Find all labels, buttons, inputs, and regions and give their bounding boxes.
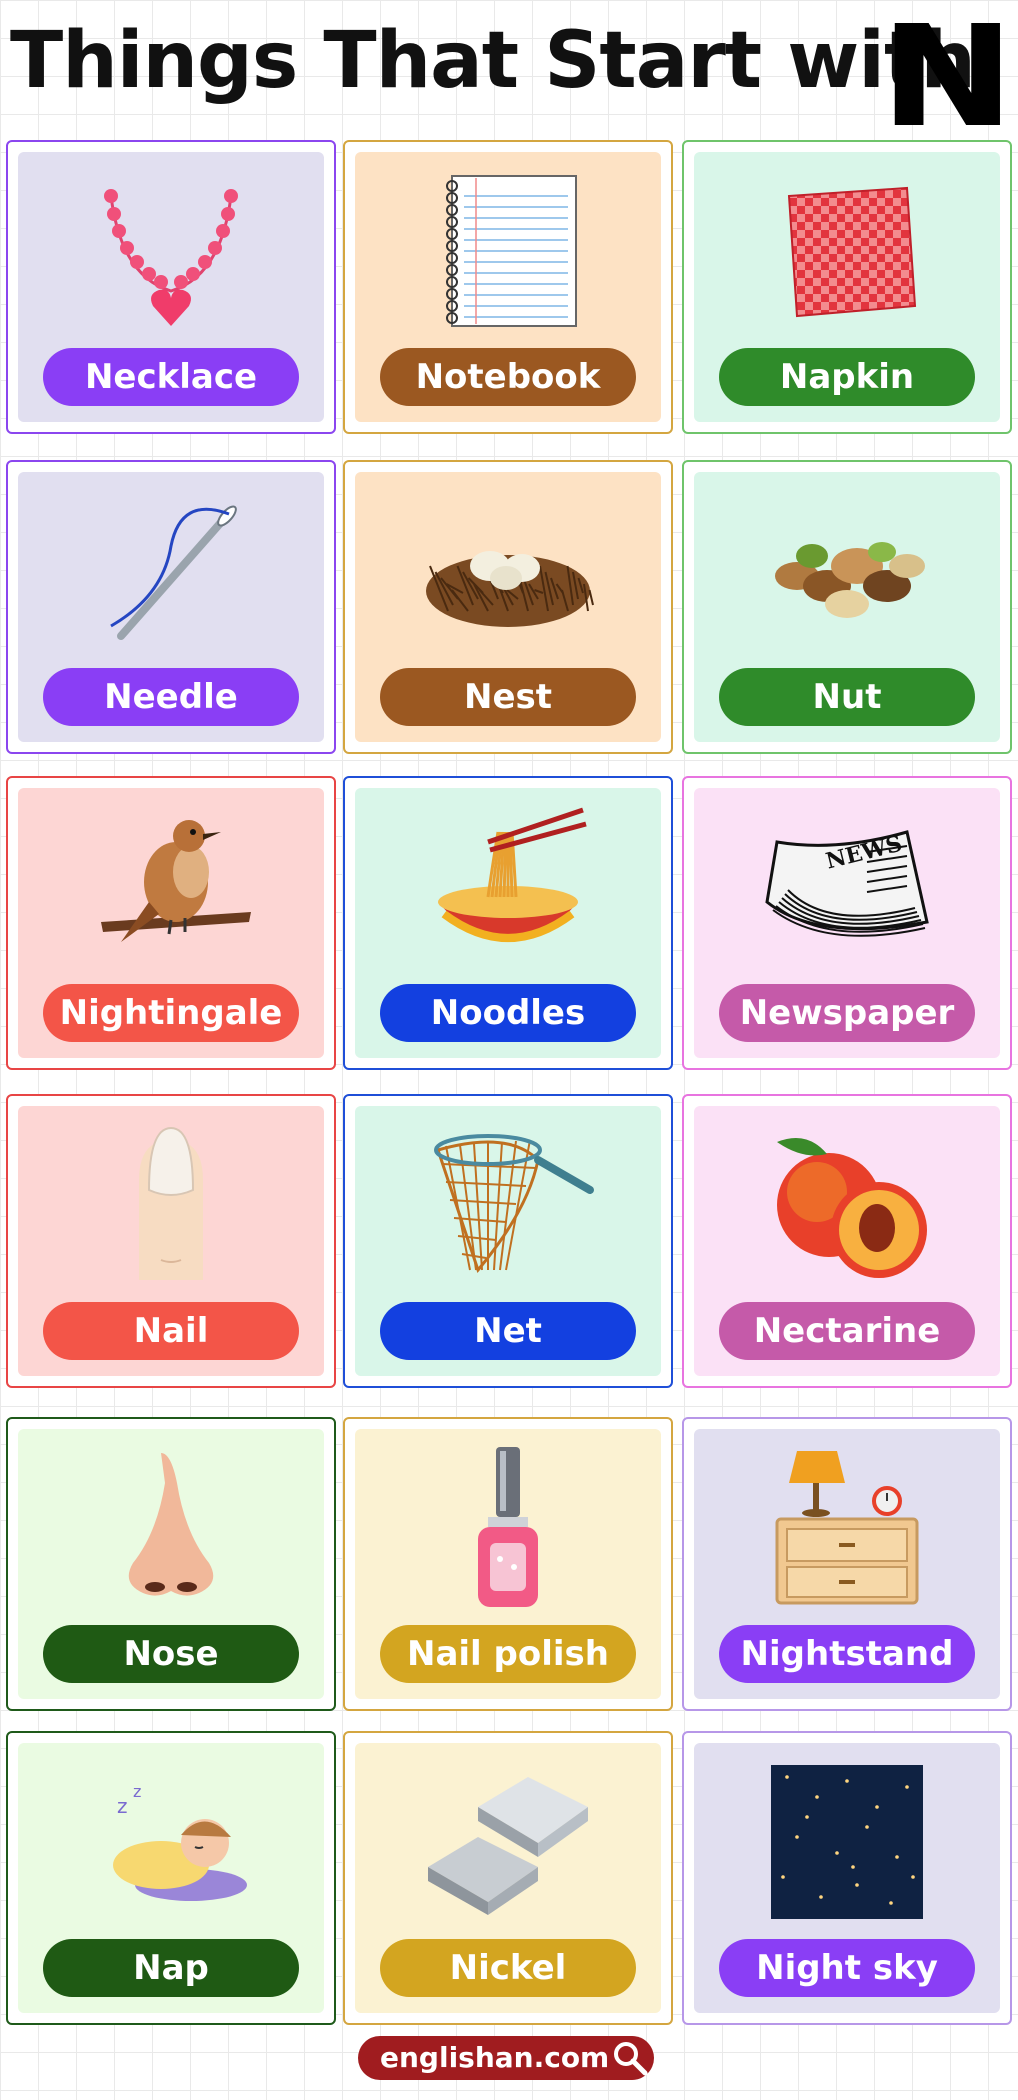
item-label: Necklace [43, 348, 299, 406]
card-night-sky: Night sky [682, 1731, 1012, 2025]
card-newspaper: NEWS Newspaper [682, 776, 1012, 1070]
card-net: Net [343, 1094, 673, 1388]
card-nap: z z Nap [6, 1731, 336, 2025]
card-background: Napkin [694, 152, 1000, 422]
card-background: Nut [694, 472, 1000, 742]
site-name: englishan.com [380, 2041, 610, 2074]
card-background: NEWS Newspaper [694, 788, 1000, 1058]
card-background: Nectarine [694, 1106, 1000, 1376]
nickel-icon [418, 1757, 598, 1927]
item-label: Net [380, 1302, 636, 1360]
nectarine-icon [757, 1120, 937, 1290]
napkin-icon [757, 166, 937, 336]
nail-icon [81, 1120, 261, 1290]
card-nest: Nest [343, 460, 673, 754]
card-background: z z Nap [18, 1743, 324, 2013]
card-background: Nickel [355, 1743, 661, 2013]
svg-text:z: z [133, 1782, 141, 1801]
item-label: Nickel [380, 1939, 636, 1997]
nightstand-icon [757, 1443, 937, 1613]
nightingale-icon [81, 802, 261, 972]
nose-icon [81, 1443, 261, 1613]
card-background: Necklace [18, 152, 324, 422]
card-necklace: Necklace [6, 140, 336, 434]
item-label: Nail [43, 1302, 299, 1360]
necklace-icon [81, 166, 261, 336]
page-title: Things That Start with [10, 16, 976, 106]
magnifier-icon [610, 2038, 650, 2078]
card-notebook: Notebook [343, 140, 673, 434]
noodles-icon [418, 802, 598, 972]
card-background: Nose [18, 1429, 324, 1699]
card-nightstand: Nightstand [682, 1417, 1012, 1711]
item-label: Nut [719, 668, 975, 726]
item-label: Nail polish [380, 1625, 636, 1683]
item-label: Noodles [380, 984, 636, 1042]
card-background: Nail polish [355, 1429, 661, 1699]
nap-icon: zz [81, 1757, 261, 1927]
card-nightingale: Nightingale [6, 776, 336, 1070]
card-background: Notebook [355, 152, 661, 422]
nut-icon [757, 486, 937, 656]
card-nickel: Nickel [343, 1731, 673, 2025]
card-nail-polish: Nail polish [343, 1417, 673, 1711]
card-nose: Nose [6, 1417, 336, 1711]
newspaper-icon: NEWS [757, 802, 937, 972]
card-background: Nightstand [694, 1429, 1000, 1699]
card-napkin: Napkin [682, 140, 1012, 434]
night-sky-icon [757, 1757, 937, 1927]
item-label: Night sky [719, 1939, 975, 1997]
net-icon [418, 1120, 598, 1290]
card-background: Nail [18, 1106, 324, 1376]
item-label: Nightingale [43, 984, 299, 1042]
item-label: Needle [43, 668, 299, 726]
item-label: Notebook [380, 348, 636, 406]
card-nail: Nail [6, 1094, 336, 1388]
item-label: Nap [43, 1939, 299, 1997]
notebook-icon [418, 166, 598, 336]
item-label: Newspaper [719, 984, 975, 1042]
card-background: Noodles [355, 788, 661, 1058]
card-background: Night sky [694, 1743, 1000, 2013]
nail-polish-icon [418, 1443, 598, 1613]
item-label: Nest [380, 668, 636, 726]
needle-icon [81, 486, 261, 656]
item-label: Napkin [719, 348, 975, 406]
item-label: Nightstand [719, 1625, 975, 1683]
card-needle: Needle [6, 460, 336, 754]
card-nectarine: Nectarine [682, 1094, 1012, 1388]
item-label: Nectarine [719, 1302, 975, 1360]
card-background: Needle [18, 472, 324, 742]
card-background: Nightingale [18, 788, 324, 1058]
card-nut: Nut [682, 460, 1012, 754]
card-background: Nest [355, 472, 661, 742]
card-noodles: Noodles [343, 776, 673, 1070]
card-background: Net [355, 1106, 661, 1376]
item-label: Nose [43, 1625, 299, 1683]
svg-text:z: z [117, 1794, 128, 1818]
title-letter: N [880, 0, 1015, 159]
nest-icon [418, 486, 598, 656]
site-badge[interactable]: englishan.com [358, 2036, 654, 2080]
